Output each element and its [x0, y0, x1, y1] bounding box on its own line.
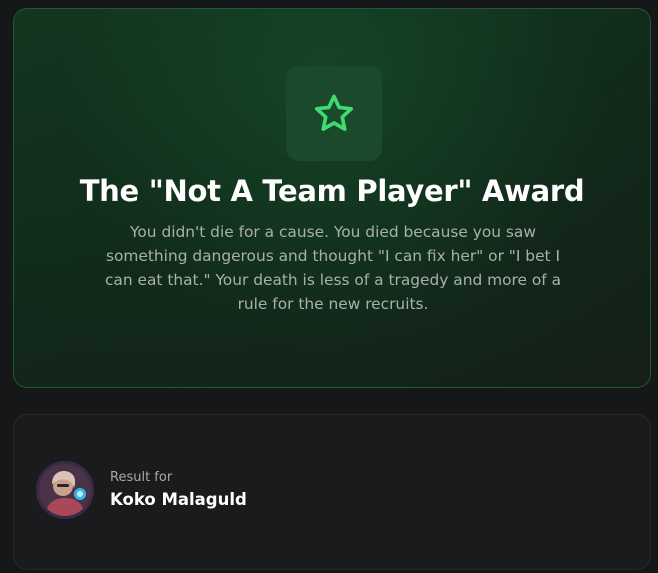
award-icon-tile [286, 66, 382, 161]
avatar [36, 461, 94, 519]
award-description: You didn't die for a cause. You died bec… [104, 223, 562, 313]
star-icon [314, 94, 354, 131]
award-card: The "Not A Team Player" Award You didn't… [13, 8, 651, 388]
result-card: Result for Koko Malaguld [13, 414, 651, 570]
result-name: Koko Malaguld [110, 490, 247, 509]
avatar-illustration [39, 464, 91, 516]
award-title: The "Not A Team Player" Award [79, 174, 585, 208]
result-label: Result for [110, 470, 173, 485]
